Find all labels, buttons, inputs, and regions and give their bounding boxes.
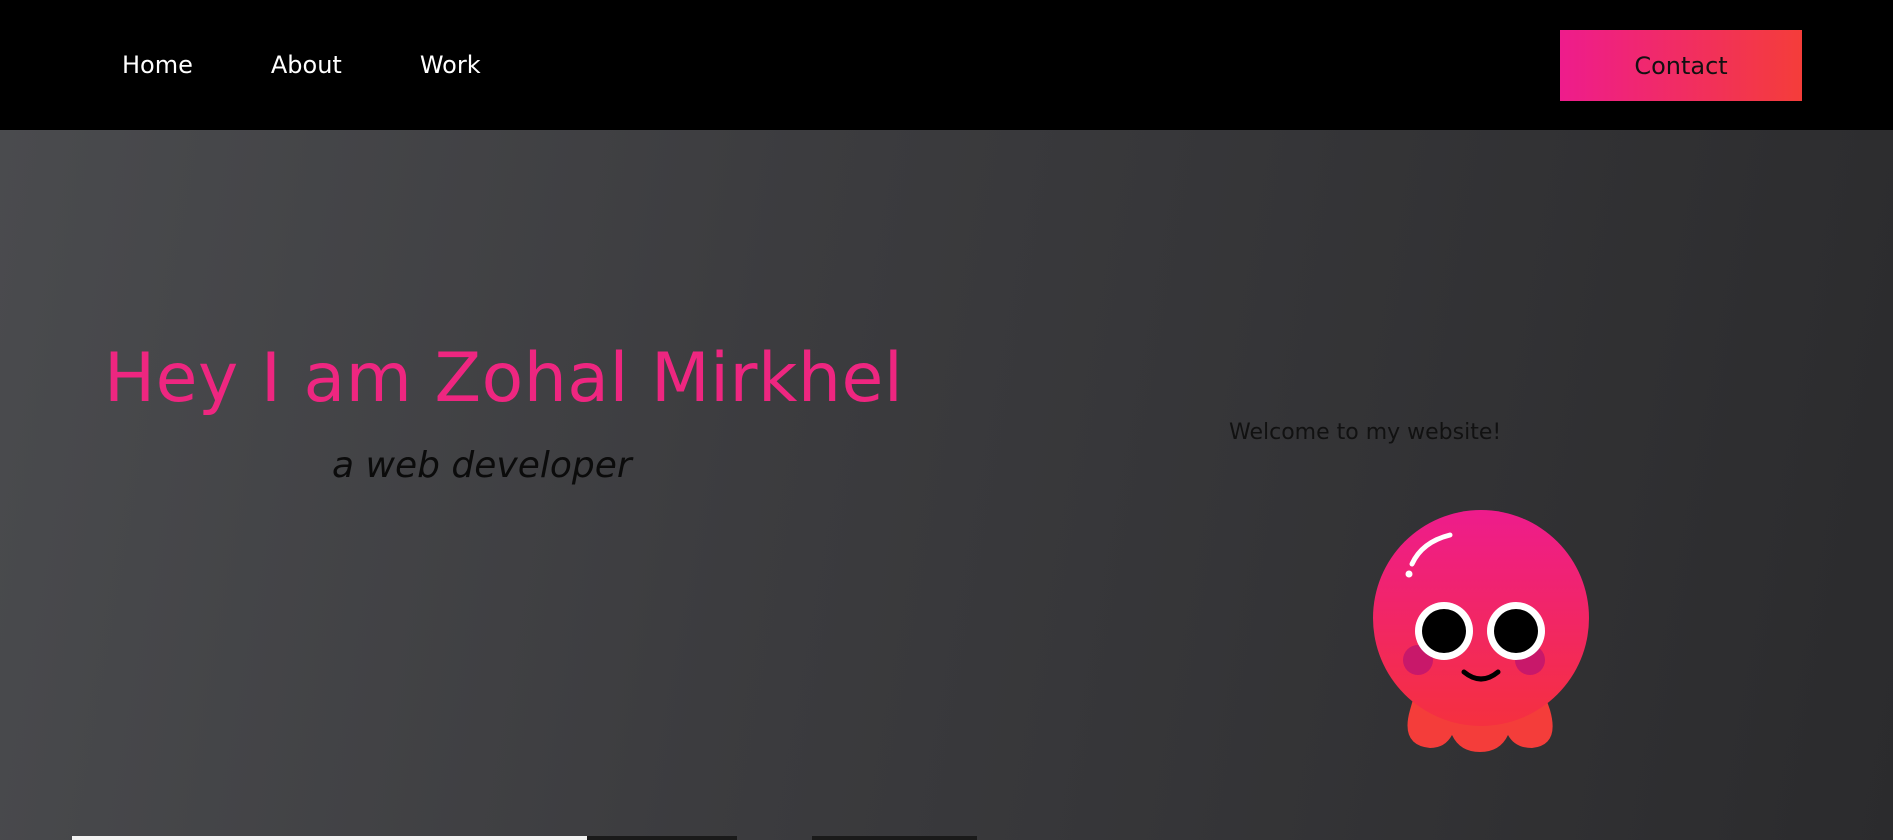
nav-link-work[interactable]: Work [420, 48, 481, 82]
octopus-mascot-icon [1373, 510, 1589, 752]
page: Home About Work Contact Hey I am Zohal M… [0, 0, 1893, 840]
hero-title: Hey I am Zohal Mirkhel [104, 339, 904, 418]
welcome-text: Welcome to my website! [1229, 420, 1502, 445]
top-navbar: Home About Work Contact [0, 0, 1893, 130]
hero-subtitle: a web developer [332, 445, 632, 486]
bottom-strip-light [72, 836, 587, 840]
hero-section: Hey I am Zohal Mirkhel a web developer W… [0, 130, 1893, 840]
bottom-strip-dark [587, 836, 737, 840]
nav-link-about[interactable]: About [271, 48, 342, 82]
nav-link-home[interactable]: Home [122, 48, 193, 82]
nav-links: Home About Work [122, 48, 559, 82]
contact-button[interactable]: Contact [1560, 30, 1802, 101]
bottom-strip-dark-2 [812, 836, 977, 840]
mascot-head [1373, 510, 1589, 726]
